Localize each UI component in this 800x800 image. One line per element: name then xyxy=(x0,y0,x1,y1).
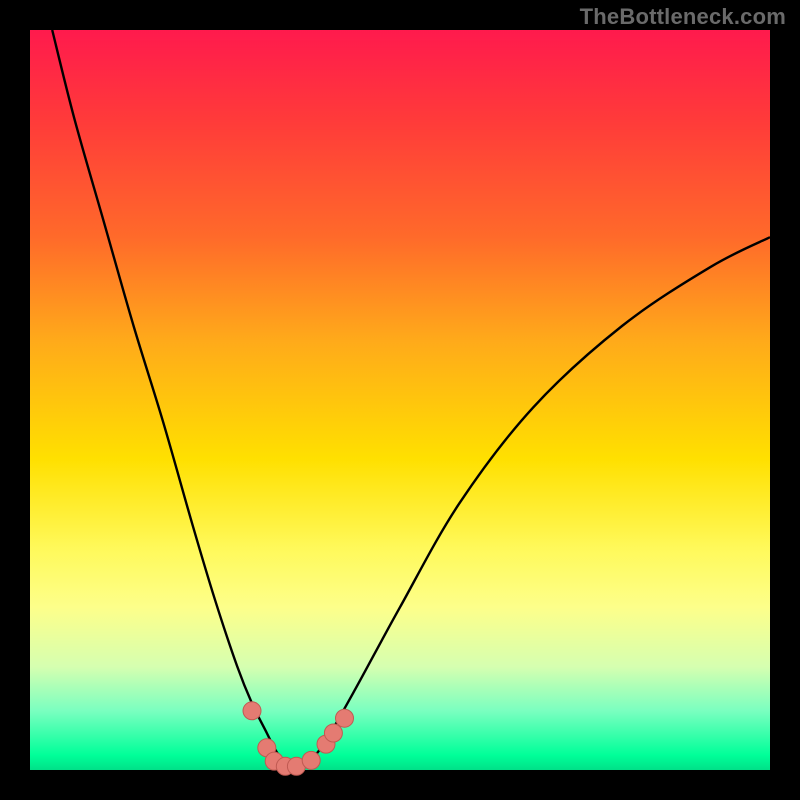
plot-area xyxy=(30,30,770,770)
watermark-text: TheBottleneck.com xyxy=(580,4,786,30)
